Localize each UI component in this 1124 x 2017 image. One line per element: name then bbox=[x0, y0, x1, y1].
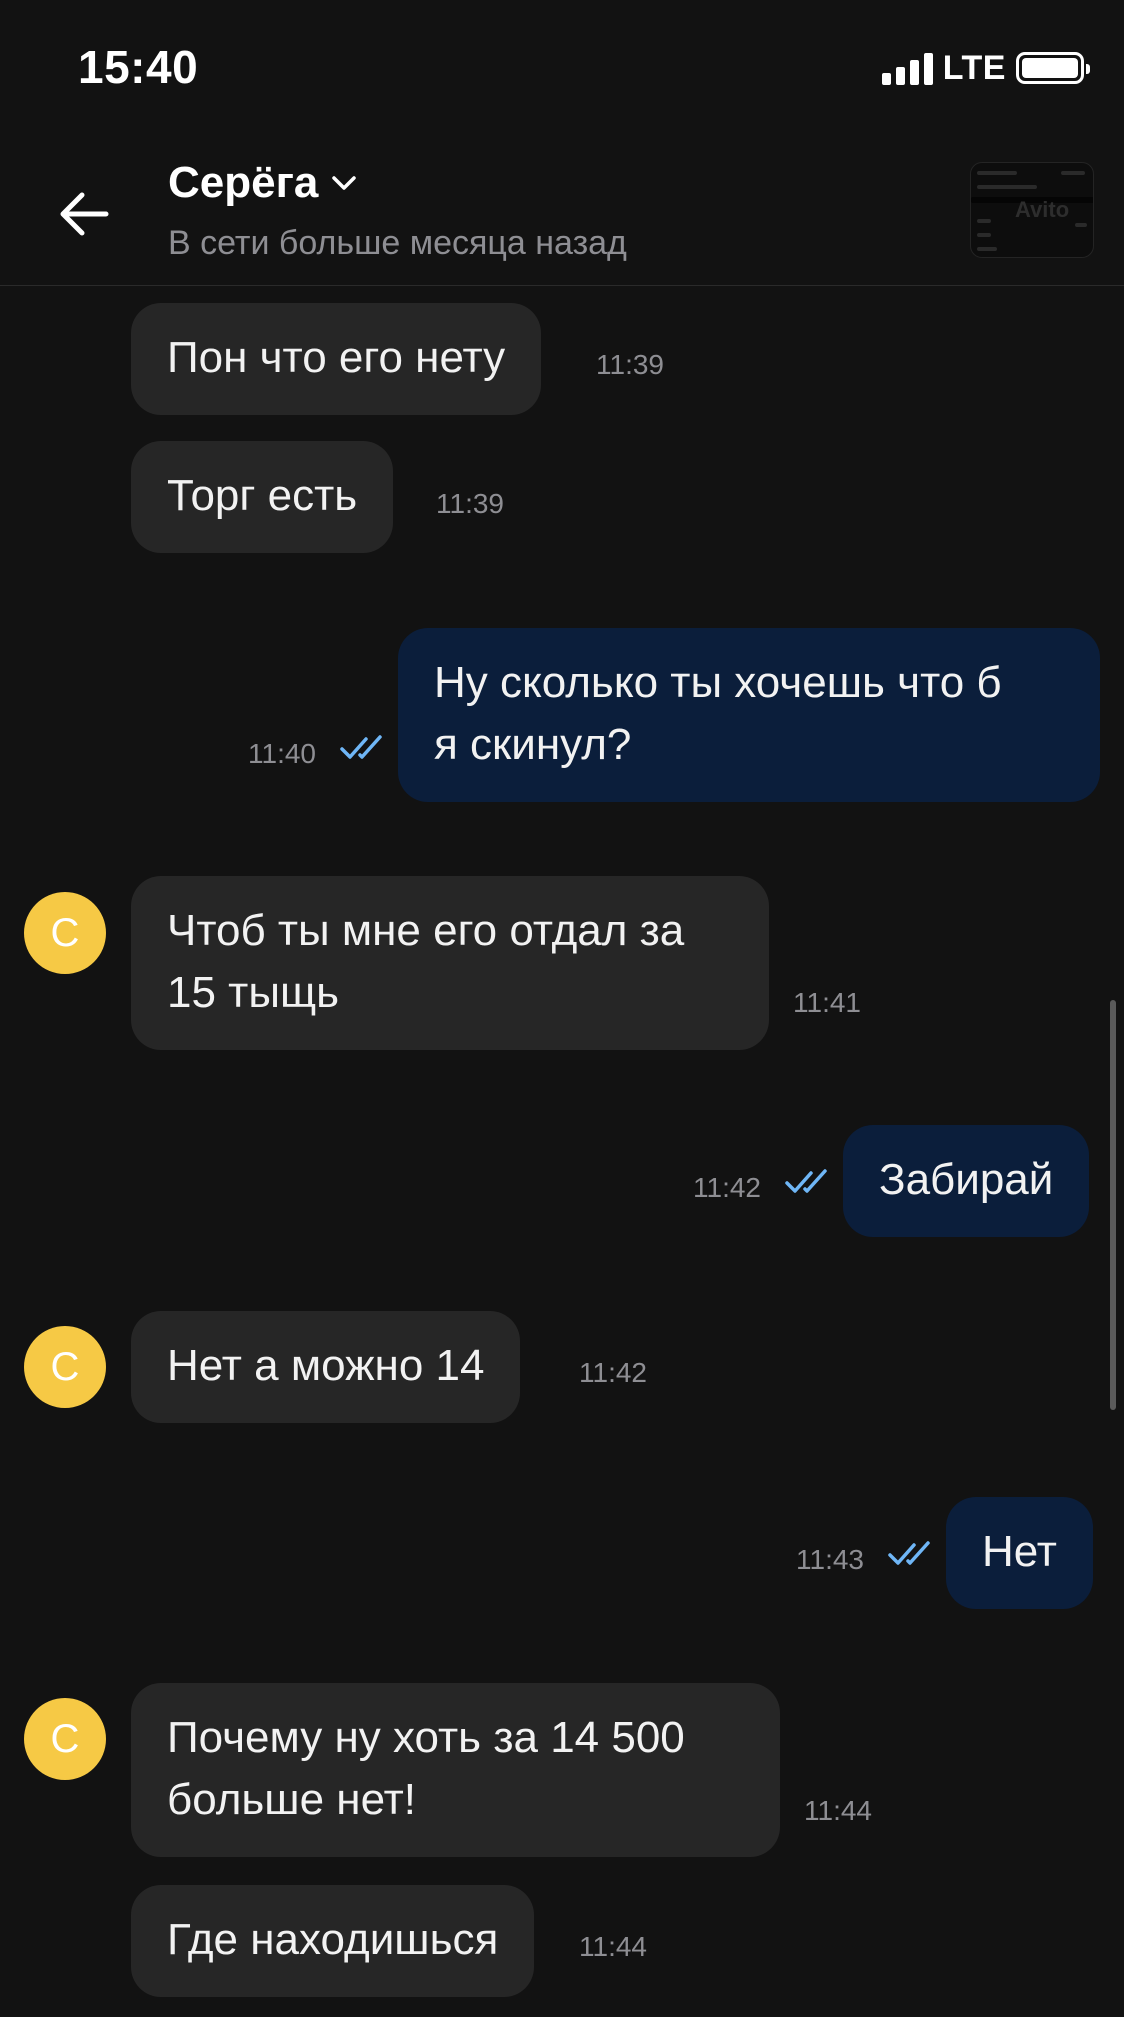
message-text-line: Чтоб ты мне его отдал за bbox=[167, 906, 685, 955]
back-button[interactable] bbox=[48, 178, 120, 250]
message-text: Нет bbox=[982, 1527, 1057, 1576]
avatar-letter: С bbox=[50, 1344, 80, 1389]
message-time: 11:42 bbox=[579, 1357, 647, 1388]
chat-header: Серёга В сети больше месяца назад Avito bbox=[0, 140, 1124, 286]
battery-icon bbox=[1016, 52, 1090, 84]
carrier-label: LTE bbox=[942, 48, 1006, 87]
contact-title[interactable]: Серёга bbox=[168, 158, 358, 208]
avatar[interactable]: С bbox=[24, 892, 106, 974]
message-text: Забирай bbox=[879, 1155, 1054, 1204]
arrow-left-icon bbox=[60, 192, 109, 236]
battery-level bbox=[1022, 58, 1078, 78]
message-bubble-incoming[interactable]: Пон что его нету bbox=[131, 303, 542, 415]
read-checkmarks-icon bbox=[785, 1169, 827, 1193]
message-time: 11:44 bbox=[579, 1931, 647, 1962]
message-text-line: больше нет! bbox=[167, 1775, 416, 1824]
message-time: 11:39 bbox=[436, 488, 504, 519]
message-time: 11:39 bbox=[596, 349, 664, 380]
chat-screen: 15:40 LTE Серёга В сети больше месяца на… bbox=[0, 0, 1124, 2017]
message-text: Нет а можно 14 bbox=[167, 1341, 485, 1390]
contact-name: Серёга bbox=[168, 158, 319, 207]
avatar[interactable]: С bbox=[24, 1698, 106, 1780]
status-indicators: LTE bbox=[881, 48, 1090, 88]
message-bubble-incoming[interactable]: Нет а можно 14 bbox=[131, 1311, 521, 1423]
message-text: Где находишься bbox=[167, 1915, 499, 1964]
message-bubble-incoming[interactable]: Чтоб ты мне его отдал за 15 тыщь bbox=[131, 876, 769, 1050]
message-bubble-incoming[interactable]: Почему ну хоть за 14 500 больше нет! bbox=[131, 1683, 780, 1857]
message-text: Пон что его нету bbox=[167, 333, 506, 382]
message-text-line: Ну сколько ты хочешь что б bbox=[434, 658, 1002, 707]
message-bubble-incoming[interactable]: Где находишься bbox=[131, 1885, 535, 1997]
avatar[interactable]: С bbox=[24, 1326, 106, 1408]
message-text: Торг есть bbox=[167, 471, 358, 520]
chevron-down-icon bbox=[332, 176, 357, 190]
avatar-letter: С bbox=[50, 1716, 80, 1761]
avatar-letter: С bbox=[50, 910, 80, 955]
message-bubble-outgoing[interactable]: Забирай bbox=[843, 1125, 1090, 1237]
message-time: 11:43 bbox=[796, 1544, 864, 1575]
message-time: 11:42 bbox=[693, 1172, 761, 1203]
message-bubble-outgoing[interactable]: Ну сколько ты хочешь что б я скинул? bbox=[398, 628, 1100, 802]
message-time: 11:41 bbox=[793, 987, 861, 1018]
contact-status: В сети больше месяца назад bbox=[168, 224, 627, 262]
message-time: 11:44 bbox=[804, 1795, 872, 1826]
scrollbar[interactable] bbox=[1110, 1000, 1116, 1410]
signal-icon bbox=[881, 51, 933, 85]
status-time: 15:40 bbox=[78, 41, 199, 93]
message-text-line: я скинул? bbox=[434, 720, 632, 769]
read-checkmarks-icon bbox=[888, 1541, 930, 1565]
message-text-line: Почему ну хоть за 14 500 bbox=[167, 1713, 685, 1762]
ad-thumbnail-watermark: Avito bbox=[1015, 197, 1070, 222]
message-bubble-outgoing[interactable]: Нет bbox=[946, 1497, 1093, 1609]
read-checkmarks-icon bbox=[340, 735, 382, 759]
message-text-line: 15 тыщь bbox=[167, 968, 340, 1017]
message-bubble-incoming[interactable]: Торг есть bbox=[131, 441, 394, 553]
ad-thumbnail[interactable]: Avito bbox=[970, 162, 1094, 258]
message-time: 11:40 bbox=[248, 738, 316, 769]
